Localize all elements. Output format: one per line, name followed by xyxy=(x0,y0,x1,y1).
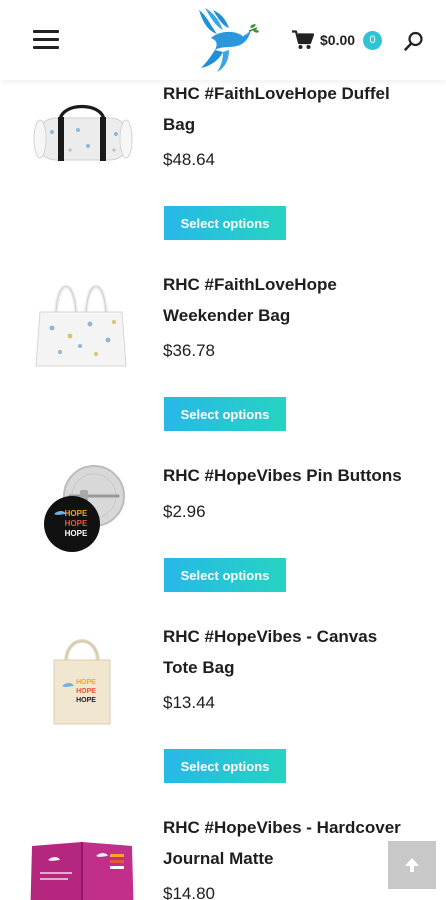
product-title[interactable]: RHC #FaithLoveHope Duffel Bag xyxy=(163,78,413,140)
select-options-button[interactable]: Select options xyxy=(164,558,286,592)
dove-with-olive-branch-icon[interactable] xyxy=(193,4,259,74)
tote-bag-image[interactable]: HOPE HOPE HOPE xyxy=(30,624,134,728)
select-options-button[interactable]: Select options xyxy=(164,206,286,240)
pin-text-hope-2: HOPE xyxy=(65,519,88,528)
scroll-to-top-button[interactable] xyxy=(388,841,436,889)
pin-text-hope-1: HOPE xyxy=(65,509,88,518)
duffel-bag-image[interactable] xyxy=(30,80,134,184)
shopping-cart-icon xyxy=(292,30,314,49)
pin-buttons-image[interactable]: HOPE HOPE HOPE xyxy=(30,452,134,556)
product-price: $48.64 xyxy=(163,150,215,169)
product-title[interactable]: RHC #HopeVibes - Hardcover Journal Matte xyxy=(163,812,413,874)
product-price: $36.78 xyxy=(163,341,215,360)
select-options-button[interactable]: Select options xyxy=(164,749,286,783)
arrow-up-icon xyxy=(405,858,419,872)
tote-text-hope-2: HOPE xyxy=(76,688,96,695)
pin-text-hope-3: HOPE xyxy=(65,529,88,538)
cart-total: $0.00 xyxy=(320,32,356,48)
hamburger-icon[interactable] xyxy=(33,30,59,50)
select-options-button[interactable]: Select options xyxy=(164,397,286,431)
product-price: $14.80 xyxy=(163,884,215,900)
tote-text-hope-3: HOPE xyxy=(76,697,96,704)
product-price: $13.44 xyxy=(163,693,215,712)
product-price: $2.96 xyxy=(163,502,206,521)
search-icon[interactable] xyxy=(404,31,424,51)
cart-count-badge: 0 xyxy=(363,30,383,50)
cart-button[interactable]: $0.00 0 xyxy=(292,28,383,52)
product-title[interactable]: RHC #HopeVibes Pin Buttons xyxy=(163,460,413,491)
weekender-bag-image[interactable] xyxy=(30,272,134,376)
tote-text-hope-1: HOPE xyxy=(76,679,96,686)
product-title[interactable]: RHC #HopeVibes - Canvas Tote Bag xyxy=(163,621,413,683)
product-title[interactable]: RHC #FaithLoveHope Weekender Bag xyxy=(163,269,413,331)
site-header: $0.00 0 xyxy=(0,0,446,80)
journal-image[interactable] xyxy=(30,820,134,900)
